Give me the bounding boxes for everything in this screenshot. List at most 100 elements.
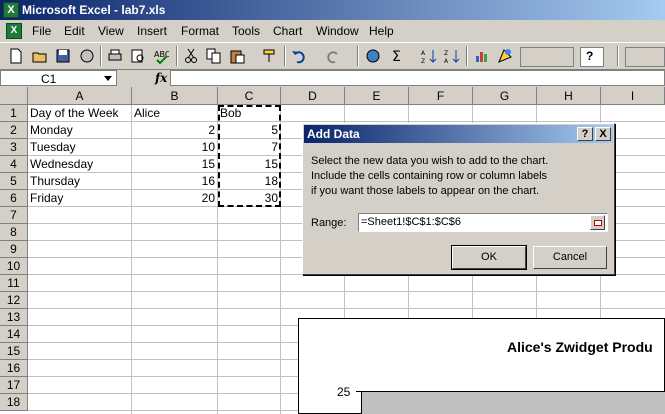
row-header[interactable]: 10 xyxy=(0,258,28,275)
cell-c5[interactable]: 18 xyxy=(218,173,281,190)
cell-b4[interactable]: 15 xyxy=(132,156,218,173)
row-header[interactable]: 16 xyxy=(0,360,28,377)
print-icon[interactable] xyxy=(107,48,123,64)
sort-descending-icon[interactable]: ZA xyxy=(444,48,460,64)
autosum-icon[interactable]: Σ xyxy=(390,48,406,64)
column-header-a[interactable]: A xyxy=(28,87,132,105)
cell-a1[interactable]: Day of the Week xyxy=(28,105,132,122)
row-header[interactable]: 11 xyxy=(0,275,28,292)
column-header-d[interactable]: D xyxy=(281,87,345,105)
redo-icon[interactable] xyxy=(325,48,341,64)
cell-c2[interactable]: 5 xyxy=(218,122,281,139)
paste-icon[interactable] xyxy=(229,48,245,64)
menu-chart[interactable]: Chart xyxy=(273,24,302,38)
menu-edit[interactable]: Edit xyxy=(64,24,85,38)
column-header-i[interactable]: I xyxy=(601,87,665,105)
row-header[interactable]: 8 xyxy=(0,224,28,241)
menu-tools[interactable]: Tools xyxy=(232,24,260,38)
row-header[interactable]: 14 xyxy=(0,326,28,343)
menu-format[interactable]: Format xyxy=(181,24,219,38)
chart-wizard-icon[interactable] xyxy=(474,48,490,64)
cell-a5[interactable]: Thursday xyxy=(28,173,132,190)
undo-icon[interactable] xyxy=(291,48,307,64)
menu-file[interactable]: File xyxy=(32,24,51,38)
row-header[interactable]: 3 xyxy=(0,139,28,156)
row-header[interactable]: 13 xyxy=(0,309,28,326)
help-button[interactable]: ? xyxy=(577,127,593,141)
cell-c1[interactable]: Bob xyxy=(218,105,281,122)
row-header[interactable]: 1 xyxy=(0,105,28,122)
row-header[interactable]: 6 xyxy=(0,190,28,207)
cell-b1[interactable]: Alice xyxy=(132,105,218,122)
column-header-e[interactable]: E xyxy=(345,87,409,105)
cell-b2[interactable]: 2 xyxy=(132,122,218,139)
column-header-b[interactable]: B xyxy=(132,87,218,105)
cell-a4[interactable]: Wednesday xyxy=(28,156,132,173)
menu-window[interactable]: Window xyxy=(316,24,359,38)
column-header-f[interactable]: F xyxy=(409,87,473,105)
close-button[interactable]: X xyxy=(595,127,611,141)
formula-input[interactable] xyxy=(170,70,665,86)
save-icon[interactable] xyxy=(55,48,71,64)
cell-c4[interactable]: 15 xyxy=(218,156,281,173)
plot-area[interactable] xyxy=(361,391,665,414)
row-header[interactable]: 5 xyxy=(0,173,28,190)
toolbar-separator xyxy=(617,46,619,66)
column-header-g[interactable]: G xyxy=(473,87,537,105)
y-axis-tick-label: 25 xyxy=(337,385,351,399)
row-header[interactable]: 4 xyxy=(0,156,28,173)
permission-icon[interactable] xyxy=(79,48,95,64)
cancel-button[interactable]: Cancel xyxy=(533,246,607,269)
font-combo[interactable] xyxy=(625,47,665,67)
chevron-down-icon[interactable] xyxy=(104,76,112,81)
cell-b3[interactable]: 10 xyxy=(132,139,218,156)
collapse-dialog-icon[interactable] xyxy=(590,215,605,230)
ok-button[interactable]: OK xyxy=(451,245,527,270)
new-icon[interactable] xyxy=(8,48,24,64)
formula-bar: C1 fx xyxy=(0,70,665,87)
zoom-combo[interactable] xyxy=(520,47,574,67)
column-header-c[interactable]: C xyxy=(218,87,281,105)
row-header[interactable]: 9 xyxy=(0,241,28,258)
format-painter-icon[interactable] xyxy=(262,48,278,64)
cut-icon[interactable] xyxy=(183,48,199,64)
cell-a2[interactable]: Monday xyxy=(28,122,132,139)
insert-function-icon[interactable]: fx xyxy=(155,71,167,85)
row-header[interactable]: 12 xyxy=(0,292,28,309)
chart-title[interactable]: Alice's Zwidget Produ xyxy=(507,339,653,355)
cell-a3[interactable]: Tuesday xyxy=(28,139,132,156)
name-box[interactable]: C1 xyxy=(0,70,117,86)
menu-help[interactable]: Help xyxy=(369,24,394,38)
dialog-instructions: Select the new data you wish to add to t… xyxy=(311,154,548,199)
cell-c3[interactable]: 7 xyxy=(218,139,281,156)
cell-b6[interactable]: 20 xyxy=(132,190,218,207)
select-all-corner[interactable] xyxy=(0,87,28,105)
cell-a6[interactable]: Friday xyxy=(28,190,132,207)
open-icon[interactable] xyxy=(32,48,48,64)
row-header[interactable]: 7 xyxy=(0,207,28,224)
print-preview-icon[interactable] xyxy=(130,48,146,64)
column-header-h[interactable]: H xyxy=(537,87,601,105)
sort-ascending-icon[interactable]: AZ xyxy=(421,48,437,64)
row-header[interactable]: 17 xyxy=(0,377,28,394)
help-icon[interactable]: ? xyxy=(580,47,604,67)
row-header[interactable]: 15 xyxy=(0,343,28,360)
cell-c6[interactable]: 30 xyxy=(218,190,281,207)
row-header[interactable]: 18 xyxy=(0,394,28,411)
menu-view[interactable]: View xyxy=(98,24,124,38)
cell-b5[interactable]: 16 xyxy=(132,173,218,190)
title-bar: X Microsoft Excel - lab7.xls xyxy=(0,0,665,20)
dialog-title-bar[interactable]: Add Data ? X xyxy=(304,125,613,143)
row-header[interactable]: 2 xyxy=(0,122,28,139)
workbook-icon[interactable]: X xyxy=(6,23,22,39)
gridline xyxy=(28,308,665,309)
window-title: Microsoft Excel - lab7.xls xyxy=(22,3,166,17)
drawing-icon[interactable] xyxy=(497,48,513,64)
menu-insert[interactable]: Insert xyxy=(137,24,167,38)
embedded-chart[interactable]: Alice's Zwidget Produ 25 xyxy=(298,318,665,414)
copy-icon[interactable] xyxy=(206,48,222,64)
range-input[interactable]: =Sheet1!$C$1:$C$6 xyxy=(358,213,608,232)
excel-app-icon[interactable]: X xyxy=(3,2,19,18)
spelling-icon[interactable]: ABC xyxy=(153,48,169,64)
hyperlink-icon[interactable] xyxy=(365,48,381,64)
